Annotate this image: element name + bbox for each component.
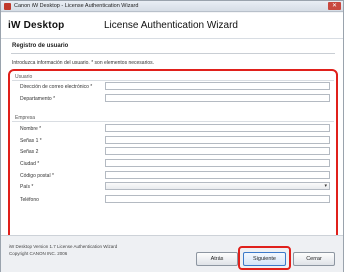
app-window: Canon iW Desktop - License Authenticatio… [0,0,344,272]
address1-label: Señas 1 * [20,138,42,144]
app-icon [4,3,11,10]
company-name-label: Nombre * [20,126,42,132]
wizard-footer: iW Desktop Version 1.7 License Authentic… [1,235,343,272]
city-field[interactable] [105,159,330,167]
department-label: Departamento * [20,96,56,102]
close-button[interactable]: Cerrar [293,252,335,266]
user-group-divider [12,80,334,81]
postal-code-label: Código postal * [20,173,54,179]
brand-title: iW Desktop [8,20,65,31]
product-version-text: iW Desktop Version 1.7 License Authentic… [9,244,118,249]
instructions-text: Introduzca información del usuario. * so… [12,60,155,66]
address2-field[interactable] [105,147,330,155]
address1-field[interactable] [105,136,330,144]
copyright-text: Copyright CANON INC. 2006 [9,251,68,256]
wizard-content: Registro de usuario Introduzca informaci… [1,39,343,253]
chevron-down-icon: ▾ [324,183,327,189]
section-divider [11,53,335,54]
wizard-title: License Authentication Wizard [104,20,238,31]
country-label: País * [20,184,34,190]
window-title: Canon iW Desktop - License Authenticatio… [14,3,139,9]
department-field[interactable] [105,94,330,102]
address2-label: Señas 2 [20,149,39,155]
email-label: Dirección de correo electrónico * [20,84,93,90]
postal-code-field[interactable] [105,171,330,179]
wizard-header: iW Desktop License Authentication Wizard [1,13,343,39]
country-select[interactable]: ▾ [105,182,330,190]
phone-field[interactable] [105,195,330,203]
company-group-divider [12,121,334,122]
phone-label: Teléfono [20,197,39,203]
next-button[interactable]: Siguiente [243,252,286,266]
company-name-field[interactable] [105,124,330,132]
close-window-button[interactable]: ✕ [328,2,341,10]
section-title: Registro de usuario [12,43,69,49]
email-field[interactable] [105,82,330,90]
city-label: Ciudad * [20,161,40,167]
title-bar: Canon iW Desktop - License Authenticatio… [1,1,343,12]
back-button[interactable]: Atrás [196,252,238,266]
